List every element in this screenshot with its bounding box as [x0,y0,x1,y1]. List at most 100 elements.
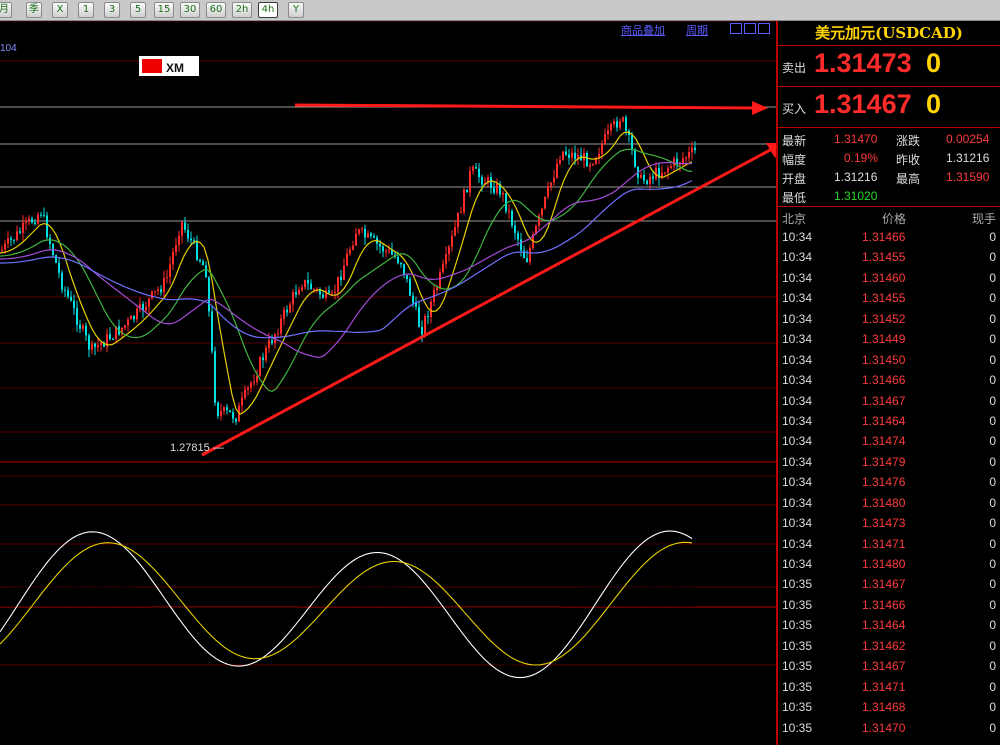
period-button-5[interactable]: 5 [130,2,146,18]
tick-row[interactable]: 10:34 1.31480 0 [778,554,1000,574]
tick-row[interactable]: 10:34 1.31455 0 [778,288,1000,308]
period-button-3[interactable]: 1 [78,2,94,18]
zoom-button[interactable] [758,23,770,34]
period-button-11[interactable]: Y [288,2,304,18]
tick-price: 1.31473 [862,516,906,531]
macd-bar [276,607,278,627]
tick-price: 1.31471 [862,536,906,551]
macd-bar [588,582,590,607]
tick-row[interactable]: 10:34 1.31452 0 [778,309,1000,329]
tick-row[interactable]: 10:34 1.31460 0 [778,268,1000,288]
period-button-10[interactable]: 4h [258,2,278,18]
tick-row[interactable]: 10:34 1.31474 0 [778,431,1000,451]
macd-bar [483,607,485,653]
macd-bar [417,595,419,607]
candle-body [127,319,129,326]
macd-bar [306,596,308,607]
resistance-arrow-head [752,101,768,115]
latest-value: 1.31470 [834,132,878,146]
chart-area[interactable]: 1.27815 — 104 XM 商品叠加 周期 [0,21,776,745]
tick-row[interactable]: 10:35 1.31467 0 [778,574,1000,594]
macd-bar [429,601,431,607]
ticks-volume-header: 现手 [971,212,996,226]
candle-body [292,291,294,305]
macd-bar [414,593,416,607]
macd-bar [66,564,68,607]
tick-vol: 0 [989,536,996,551]
tick-row[interactable]: 10:34 1.31466 0 [778,370,1000,390]
tick-row[interactable]: 10:35 1.31471 0 [778,677,1000,697]
tick-row[interactable]: 10:35 1.31466 0 [778,595,1000,615]
period-button-2[interactable]: X [52,2,68,18]
period-button-8[interactable]: 60 [206,2,226,18]
macd-bar [162,607,164,627]
candle-body [7,238,9,244]
macd-bar [285,607,287,621]
macd-bar [582,585,584,607]
macd-bar [648,538,650,607]
tick-row[interactable]: 10:34 1.31464 0 [778,411,1000,431]
tick-row[interactable]: 10:34 1.31471 0 [778,534,1000,554]
product-overlay-link[interactable]: 商品叠加 [621,22,665,38]
tick-row[interactable]: 10:35 1.31468 0 [778,697,1000,717]
tick-time: 10:34 [782,454,813,469]
tick-row[interactable]: 10:34 1.31466 0 [778,227,1000,247]
tick-time: 10:34 [782,413,813,428]
period-link[interactable]: 周期 [686,22,708,38]
tick-price: 1.31479 [862,454,906,469]
corner-value-label: 104 [0,43,17,54]
candle-body [223,407,225,412]
candle-body [559,159,561,164]
tick-row[interactable]: 10:35 1.31470 0 [778,718,1000,738]
macd-bar [270,607,272,629]
scroll-right-button[interactable] [744,23,756,34]
tick-time: 10:34 [782,270,813,285]
tick-row[interactable]: 10:35 1.31464 0 [778,615,1000,635]
tick-row[interactable]: 10:34 1.31479 0 [778,452,1000,472]
tick-row[interactable]: 10:34 1.31467 0 [778,391,1000,411]
period-button-6[interactable]: 15 [154,2,174,18]
ticks-list[interactable]: 10:34 1.31466 0 10:34 1.31455 0 10:34 1.31460 0 1… [778,227,1000,738]
tick-row[interactable]: 10:34 1.31473 0 [778,513,1000,533]
candle-body [619,121,621,128]
candle-body [109,334,111,339]
tick-price: 1.31480 [862,495,906,510]
tick-row[interactable]: 10:34 1.31449 0 [778,329,1000,349]
candle-body [496,183,498,193]
tick-row[interactable]: 10:34 1.31480 0 [778,493,1000,513]
macd-bar [402,585,404,607]
tick-row[interactable]: 10:35 1.31462 0 [778,636,1000,656]
period-button-0[interactable]: 月 [0,2,12,18]
period-button-9[interactable]: 2h [232,2,252,18]
scroll-left-button[interactable] [730,23,742,34]
candle-body [640,174,642,178]
candle-body [667,168,669,173]
candle-body [265,347,267,361]
macd-bar [690,557,692,607]
macd-bar [228,607,230,649]
candle-body [283,309,285,319]
macd-bar [636,548,638,607]
macd-bar [171,607,173,641]
macd-bar [33,564,35,607]
period-button-7[interactable]: 30 [180,2,200,18]
buy-quote[interactable]: 买入 1.31467 0 [778,87,1000,128]
period-button-1[interactable]: 季 [26,2,42,18]
macd-bar [198,607,200,661]
candlestick-chart[interactable]: 1.27815 — 104 XM [0,21,776,745]
tick-row[interactable]: 10:34 1.31455 0 [778,247,1000,267]
macd-bar [486,607,488,656]
period-button-4[interactable]: 3 [104,2,120,18]
tick-vol: 0 [989,454,996,469]
tick-row[interactable]: 10:35 1.31467 0 [778,656,1000,676]
macd-bar [213,607,215,658]
sell-quote[interactable]: 卖出 1.31473 0 [778,46,1000,87]
macd-bar [114,572,116,607]
tick-row[interactable]: 10:34 1.31476 0 [778,472,1000,492]
macd-bar [363,551,365,607]
macd-bar [681,546,683,607]
candle-body [124,325,126,328]
tick-row[interactable]: 10:34 1.31450 0 [778,350,1000,370]
candle-body [13,239,15,241]
candle-body [241,397,243,406]
